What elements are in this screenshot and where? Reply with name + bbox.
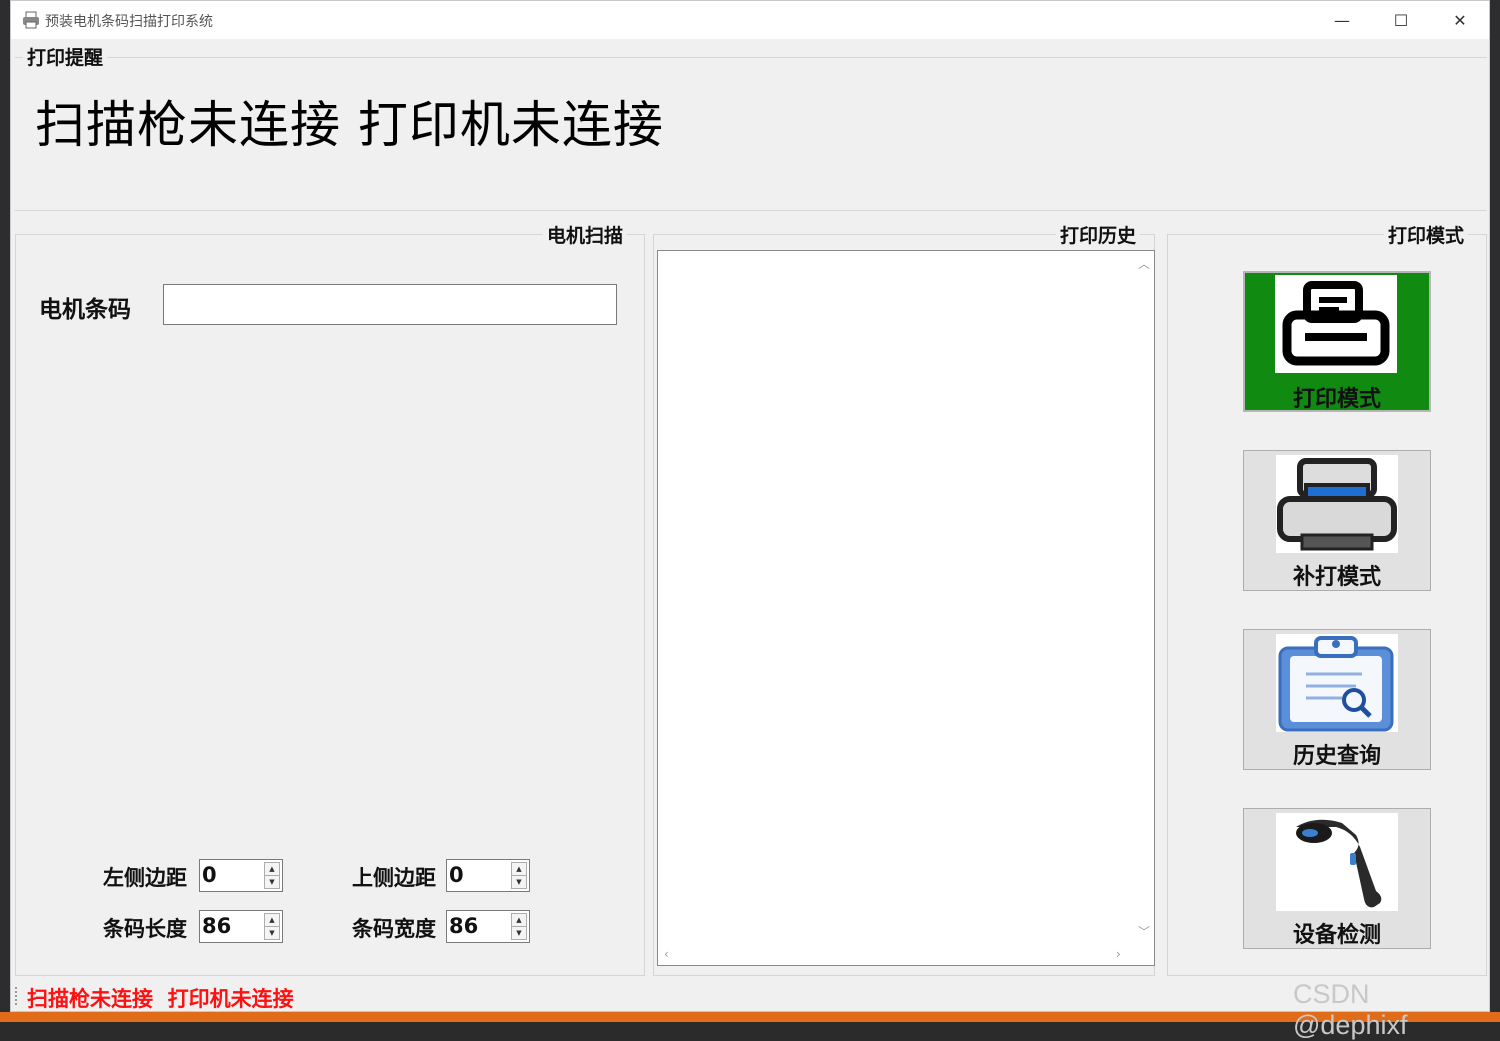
taskbar-strip bbox=[0, 1012, 1500, 1022]
clipboard-search-icon bbox=[1276, 634, 1398, 732]
app-printer-icon bbox=[23, 11, 39, 29]
status-grip-icon bbox=[15, 987, 20, 1005]
print-history-list[interactable]: ︿ ﹀ ‹ › bbox=[657, 250, 1155, 966]
scroll-left-icon[interactable]: ‹ bbox=[664, 947, 669, 961]
left-margin-spin-buttons[interactable]: ▲ ▼ bbox=[264, 862, 280, 889]
history-query-label: 历史查询 bbox=[1292, 743, 1381, 769]
desktop-background-right bbox=[1490, 0, 1500, 1022]
print-mode-title: 打印模式 bbox=[1384, 221, 1469, 248]
title-bar[interactable]: 预装电机条码扫描打印系统 — ☐ ✕ bbox=[11, 1, 1489, 39]
spin-up-icon[interactable]: ▲ bbox=[512, 863, 526, 876]
app-window: 预装电机条码扫描打印系统 — ☐ ✕ 打印提醒 扫描枪未连接 打印机未连接 电机… bbox=[10, 0, 1490, 1040]
barcode-width-spin-buttons[interactable]: ▲ ▼ bbox=[511, 913, 527, 940]
barcode-width-label: 条码宽度 bbox=[352, 916, 436, 941]
device-check-label: 设备检测 bbox=[1292, 922, 1381, 948]
connection-alert-message: 扫描枪未连接 打印机未连接 bbox=[35, 96, 664, 154]
top-margin-stepper[interactable]: 0 ▲ ▼ bbox=[446, 859, 530, 892]
window-title: 预装电机条码扫描打印系统 bbox=[45, 14, 213, 30]
motor-scan-title: 电机扫描 bbox=[543, 221, 628, 248]
desktop-background-left bbox=[0, 0, 10, 1022]
scroll-right-icon[interactable]: › bbox=[1116, 947, 1121, 961]
history-vertical-scrollbar[interactable]: ︿ ﹀ bbox=[1134, 251, 1154, 947]
print-alert-title: 打印提醒 bbox=[23, 43, 108, 70]
barcode-length-value: 86 bbox=[202, 914, 232, 938]
spin-down-icon[interactable]: ▼ bbox=[265, 927, 279, 939]
device-check-button[interactable]: 设备检测 bbox=[1243, 808, 1431, 949]
barcode-width-stepper[interactable]: 86 ▲ ▼ bbox=[446, 910, 530, 943]
history-query-button[interactable]: 历史查询 bbox=[1243, 629, 1431, 770]
top-margin-spin-buttons[interactable]: ▲ ▼ bbox=[511, 862, 527, 889]
barcode-length-stepper[interactable]: 86 ▲ ▼ bbox=[199, 910, 283, 943]
spin-up-icon[interactable]: ▲ bbox=[512, 914, 526, 927]
top-margin-value: 0 bbox=[449, 863, 464, 887]
print-mode-button[interactable]: 打印模式 bbox=[1243, 271, 1431, 412]
watermark: CSDN @dephixf bbox=[1293, 979, 1408, 1040]
left-margin-value: 0 bbox=[202, 863, 217, 887]
reprint-printer-icon bbox=[1276, 455, 1398, 553]
spin-down-icon[interactable]: ▼ bbox=[512, 876, 526, 888]
close-button[interactable]: ✕ bbox=[1432, 1, 1488, 39]
barcode-scanner-icon bbox=[1276, 813, 1398, 911]
left-margin-stepper[interactable]: 0 ▲ ▼ bbox=[199, 859, 283, 892]
barcode-length-spin-buttons[interactable]: ▲ ▼ bbox=[264, 913, 280, 940]
history-horizontal-scrollbar[interactable]: ‹ › bbox=[658, 945, 1134, 965]
print-mode-label: 打印模式 bbox=[1292, 386, 1381, 412]
barcode-width-value: 86 bbox=[449, 914, 479, 938]
minimize-button[interactable]: — bbox=[1314, 1, 1370, 39]
maximize-button[interactable]: ☐ bbox=[1373, 1, 1429, 39]
printer-icon bbox=[1275, 275, 1397, 373]
left-margin-label: 左侧边距 bbox=[103, 865, 187, 890]
reprint-mode-button[interactable]: 补打模式 bbox=[1243, 450, 1431, 591]
scroll-down-icon[interactable]: ﹀ bbox=[1138, 923, 1150, 940]
scroll-up-icon[interactable]: ︿ bbox=[1138, 255, 1150, 272]
motor-barcode-input[interactable] bbox=[163, 284, 617, 325]
top-margin-label: 上侧边距 bbox=[352, 865, 436, 890]
spin-down-icon[interactable]: ▼ bbox=[512, 927, 526, 939]
spin-down-icon[interactable]: ▼ bbox=[265, 876, 279, 888]
spin-up-icon[interactable]: ▲ bbox=[265, 863, 279, 876]
status-bar: 扫描枪未连接 打印机未连接 bbox=[11, 981, 1489, 1011]
status-message: 扫描枪未连接 打印机未连接 bbox=[27, 986, 294, 1011]
barcode-length-label: 条码长度 bbox=[103, 916, 187, 941]
reprint-mode-label: 补打模式 bbox=[1292, 564, 1381, 590]
print-history-title: 打印历史 bbox=[1056, 221, 1141, 248]
spin-up-icon[interactable]: ▲ bbox=[265, 914, 279, 927]
motor-barcode-label: 电机条码 bbox=[39, 296, 131, 323]
